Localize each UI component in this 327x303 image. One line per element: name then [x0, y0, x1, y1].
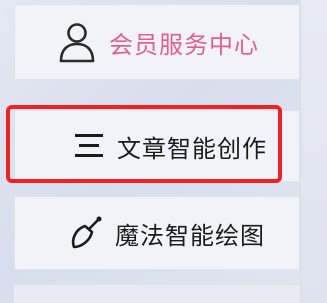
article-ai-writing-button[interactable]: 文章智能创作: [14, 110, 300, 182]
user-icon: [55, 20, 99, 64]
member-service-center-button[interactable]: 会员服务中心: [14, 4, 300, 80]
member-service-center-label: 会员服务中心: [109, 30, 259, 59]
magic-ai-drawing-button[interactable]: 魔法智能绘图: [14, 196, 300, 270]
menu-lines-icon: [67, 124, 111, 168]
article-ai-writing-label: 文章智能创作: [117, 134, 267, 163]
brush-icon: [65, 211, 109, 255]
next-menu-item-edge: [14, 284, 300, 303]
right-panel-edge: [300, 0, 327, 303]
magic-ai-drawing-label: 魔法智能绘图: [115, 221, 265, 250]
